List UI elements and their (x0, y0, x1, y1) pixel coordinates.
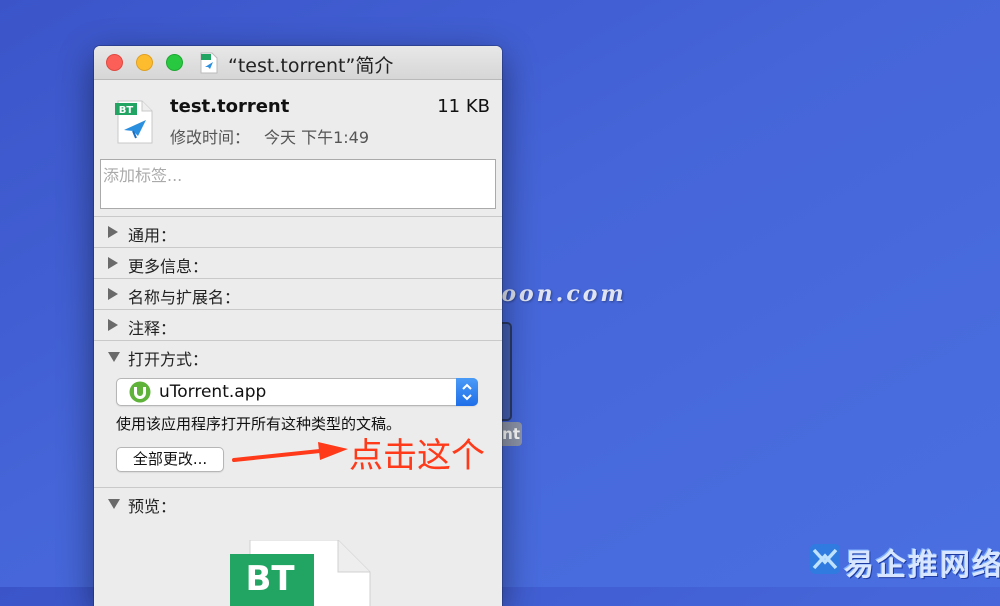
app-name: uTorrent.app (159, 382, 267, 402)
section-label: 预览： (128, 497, 177, 516)
select-stepper[interactable] (456, 378, 478, 406)
desktop-file-label[interactable]: nt (500, 422, 522, 446)
change-all-button[interactable]: 全部更改... (116, 447, 224, 472)
disclosure-triangle-down-icon[interactable] (108, 499, 120, 509)
tags-input[interactable] (100, 159, 496, 209)
minimize-button[interactable] (136, 54, 153, 71)
zoom-button[interactable] (166, 54, 183, 71)
close-button[interactable] (106, 54, 123, 71)
file-size: 11 KB (437, 96, 490, 117)
brand-logo: 易企推网络 (808, 540, 1000, 583)
modified-value: 今天 下午1:49 (264, 128, 370, 147)
section-comments[interactable]: 注释： (94, 309, 502, 340)
section-label: 通用： (128, 226, 177, 245)
title-bar[interactable]: “test.torrent”简介 (94, 46, 502, 80)
section-preview[interactable]: 预览： (94, 487, 502, 518)
section-label: 打开方式： (128, 350, 209, 369)
preview-badge: BT (245, 559, 295, 599)
section-general[interactable]: 通用： (94, 216, 502, 247)
section-more-info[interactable]: 更多信息： (94, 247, 502, 278)
bt-torrent-file-icon: BT (115, 100, 153, 144)
open-with-app-select[interactable]: uTorrent.app (116, 378, 478, 406)
annotation-text: 点击这个 (349, 436, 485, 476)
window-title: “test.torrent”简介 (228, 55, 394, 77)
brand-mark-icon (810, 544, 840, 574)
section-label: 注释： (128, 319, 177, 338)
section-open-with[interactable]: 打开方式： (94, 340, 502, 371)
bt-file-icon (200, 52, 218, 74)
get-info-window: “test.torrent”简介 BT test.torrent 11 KB 修… (94, 46, 502, 606)
utorrent-icon (129, 381, 151, 403)
brand-text: 易企推网络 (844, 548, 1000, 583)
section-name-extension[interactable]: 名称与扩展名： (94, 278, 502, 309)
disclosure-triangle-icon[interactable] (108, 288, 118, 300)
annotation-arrow-icon (232, 442, 348, 462)
preview-bt-file-icon: BT (230, 540, 371, 606)
section-label: 更多信息： (128, 257, 209, 276)
modified-label: 修改时间： (170, 128, 251, 147)
file-icon-badge: BT (119, 105, 134, 116)
disclosure-triangle-down-icon[interactable] (108, 352, 120, 362)
disclosure-triangle-icon[interactable] (108, 319, 118, 331)
disclosure-triangle-icon[interactable] (108, 226, 118, 238)
section-label: 名称与扩展名： (128, 288, 241, 307)
chevron-up-down-icon (462, 383, 472, 401)
disclosure-triangle-icon[interactable] (108, 257, 118, 269)
file-name: test.torrent (170, 96, 290, 117)
